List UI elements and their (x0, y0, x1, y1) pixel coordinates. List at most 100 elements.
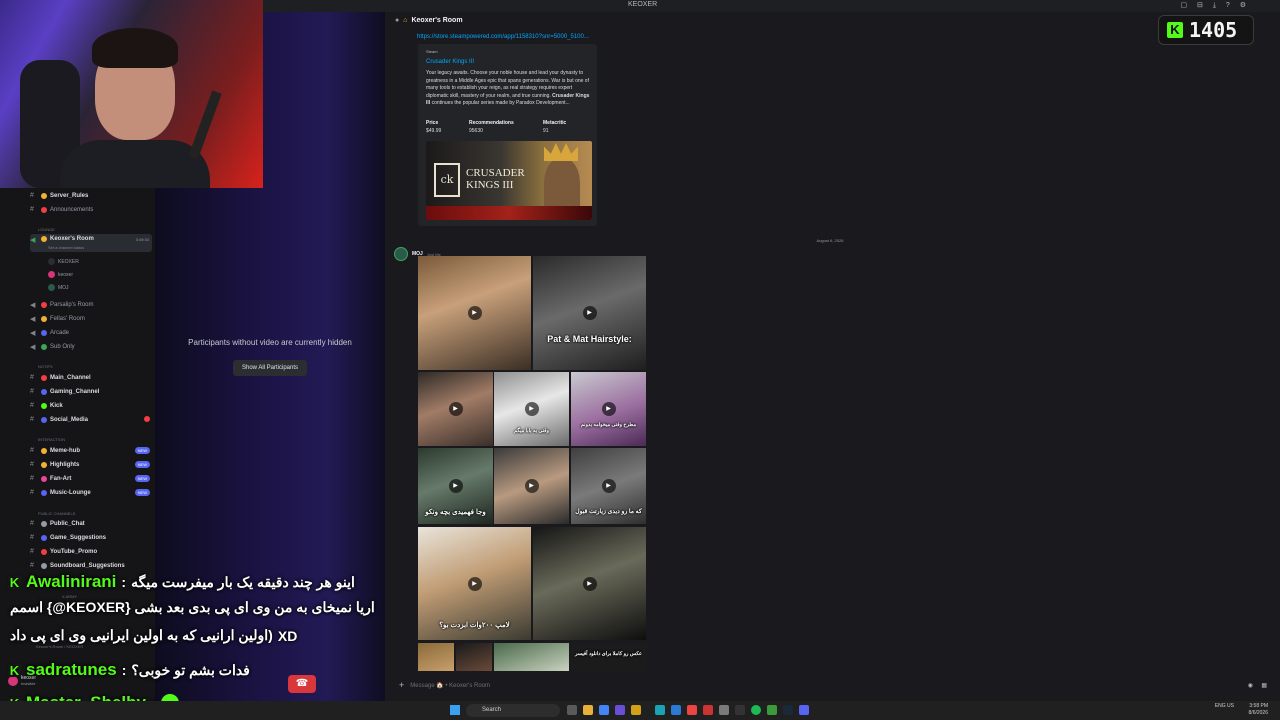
video-caption: لامپ ۲۰۰وات ابزدت بو؟ (439, 622, 510, 629)
avatar (48, 271, 55, 278)
voice-room[interactable]: ◀ Sub Only (30, 340, 152, 353)
app-icon[interactable] (719, 705, 729, 715)
discord-icon[interactable] (799, 705, 809, 715)
video-tile[interactable]: ▶ (533, 527, 646, 640)
edge-icon[interactable] (655, 705, 665, 715)
disconnect-button[interactable]: ☎ (288, 675, 316, 693)
file-explorer-icon[interactable] (583, 705, 593, 715)
clock[interactable]: 3:58 PM 8/6/2026 (1249, 703, 1268, 717)
play-icon[interactable]: ▶ (448, 479, 463, 493)
play-icon[interactable]: ▶ (467, 306, 482, 320)
video-tile[interactable] (494, 643, 569, 671)
youtube-icon[interactable] (687, 705, 697, 715)
voice-user[interactable]: MOJ (48, 284, 69, 291)
app-icon[interactable] (615, 705, 625, 715)
play-icon[interactable]: ▶ (601, 479, 616, 493)
show-all-participants-button[interactable]: Show All Participants (233, 360, 307, 376)
apps-icon[interactable]: ▦ (1261, 682, 1267, 689)
channel-highlights[interactable]: # Highlights NEW (30, 458, 152, 471)
play-icon[interactable]: ▶ (524, 479, 539, 493)
folder-icon[interactable] (631, 705, 641, 715)
channel-kick[interactable]: # Kick (30, 399, 152, 412)
app-icon[interactable] (703, 705, 713, 715)
voice-connection-footer[interactable]: Keoxer's Room / KEOXER (36, 644, 83, 649)
steam-embed: Steam Crusader Kings III Your legacy awa… (417, 44, 597, 226)
play-icon[interactable]: ▶ (467, 576, 482, 591)
channel-label: Parsalip's Room (50, 301, 94, 308)
kick-chat-message: K Awalinirani : اینو هر چند دقیقه یک بار… (8, 572, 355, 592)
steam-link[interactable]: https://store.steampowered.com/app/11583… (417, 34, 589, 40)
voice-room[interactable]: ◀ Parsalip's Room (30, 298, 152, 311)
video-tile[interactable]: ▶ Pat & Mat Hairstyle: (533, 256, 646, 370)
channel-public-chat[interactable]: # Public_Chat (30, 517, 152, 530)
channel-youtube-promo[interactable]: # YouTube_Promo (30, 545, 152, 558)
embed-title[interactable]: Crusader Kings III (426, 59, 474, 65)
video-caption: که ما رو دیدی زیارتت قبول (575, 509, 642, 515)
window-controls[interactable]: ▢ ⊟ ⤓ ? ⚙ (1180, 1, 1250, 10)
plus-icon[interactable]: + (399, 680, 404, 690)
channel-label: Arcade (50, 329, 70, 336)
category-notifs[interactable]: Notifs (38, 364, 53, 369)
gift-icon[interactable]: ◉ (1248, 682, 1253, 689)
voice-room[interactable]: ◀ Arcade (30, 326, 152, 339)
channel-game-suggestions[interactable]: # Game_Suggestions (30, 531, 152, 544)
video-tile[interactable]: ▶ وقتی به بابا میگم (494, 372, 569, 446)
video-tile[interactable]: عکس رو کاملا برای دانلود آفیسر (571, 643, 646, 671)
video-tile[interactable]: ▶ (418, 256, 531, 370)
embed-poster-image[interactable]: ck CRUSADER KINGS III (426, 141, 592, 220)
hidden-participants-message: Participants without video are currently… (188, 338, 352, 347)
taskbar-search[interactable]: Search (466, 704, 560, 717)
voice-room[interactable]: ◀ Fellas' Room (30, 312, 152, 325)
video-caption: مطرح وقتی میخوامه بدونم (580, 422, 637, 428)
video-caption: وجا فهمیدی بچه ونکو (425, 509, 486, 516)
chrome-icon[interactable] (599, 705, 609, 715)
channel-announcements[interactable]: # Announcements (30, 203, 152, 216)
channel-social[interactable]: # Social_Media (30, 413, 152, 426)
avatar[interactable] (394, 247, 408, 261)
channel-main[interactable]: # Main_Channel (30, 371, 152, 384)
category-interaction[interactable]: Interaction (38, 437, 65, 442)
channel-emoji-icon (41, 301, 47, 308)
video-tile[interactable] (456, 643, 492, 671)
spotify-icon[interactable] (751, 705, 761, 715)
message-composer[interactable]: + Message 🏠 • Keoxer's Room ◉ ▦ (393, 677, 1273, 693)
play-icon[interactable]: ▶ (582, 306, 597, 320)
ck-logo: ck (434, 163, 460, 197)
video-tile[interactable]: ▶ وجا فهمیدی بچه ونکو (418, 448, 493, 524)
app-icon[interactable] (735, 705, 745, 715)
category-lounge[interactable]: Lounge (38, 227, 55, 232)
channel-status[interactable]: Set a channel status (48, 245, 84, 250)
video-tile[interactable]: ▶ (418, 372, 493, 446)
play-icon[interactable]: ▶ (524, 402, 539, 416)
video-tile[interactable]: ▶ مطرح وقتی میخوامه بدونم (571, 372, 646, 446)
windows-start-icon[interactable] (450, 705, 460, 715)
language-indicator[interactable]: ENG US (1215, 703, 1234, 710)
category-public[interactable]: Public Channels (38, 511, 75, 516)
channel-soundboard[interactable]: # Soundboard_Suggestions (30, 559, 152, 572)
video-tile[interactable] (418, 643, 454, 671)
channel-gaming[interactable]: # Gaming_Channel (30, 385, 152, 398)
steam-icon[interactable] (783, 705, 793, 715)
field-name: Price (426, 120, 439, 126)
voice-user[interactable]: keoxer (48, 271, 73, 278)
voice-user[interactable]: KEOXER (48, 258, 79, 265)
channel-server-rules[interactable]: # Server_Rules (30, 189, 152, 202)
play-icon[interactable]: ▶ (582, 576, 597, 591)
message-input[interactable]: Message 🏠 • Keoxer's Room (410, 682, 490, 689)
xbox-icon[interactable] (767, 705, 777, 715)
play-icon[interactable]: ▶ (601, 402, 616, 416)
field-name: Recommendations (469, 120, 514, 126)
channel-music-lounge[interactable]: # Music-Lounge NEW (30, 486, 152, 499)
voice-channel-keoxers-room[interactable]: ◀ Keoxer's Room 3:49:34 Set a channel st… (30, 234, 152, 252)
channel-label: Sub Only (50, 343, 75, 350)
channel-emoji-icon (41, 374, 47, 381)
channel-meme-hub[interactable]: # Meme-hub NEW (30, 444, 152, 457)
task-view-icon[interactable] (567, 705, 577, 715)
app-icon[interactable] (671, 705, 681, 715)
video-tile[interactable]: ▶ (494, 448, 569, 524)
play-icon[interactable]: ▶ (448, 402, 463, 416)
channel-fan-art[interactable]: # Fan-Art NEW (30, 472, 152, 485)
video-tile[interactable]: ▶ که ما رو دیدی زیارتت قبول (571, 448, 646, 524)
house-emoji-icon: ⌂ (403, 17, 408, 24)
video-tile[interactable]: ▶ لامپ ۲۰۰وات ابزدت بو؟ (418, 527, 531, 640)
